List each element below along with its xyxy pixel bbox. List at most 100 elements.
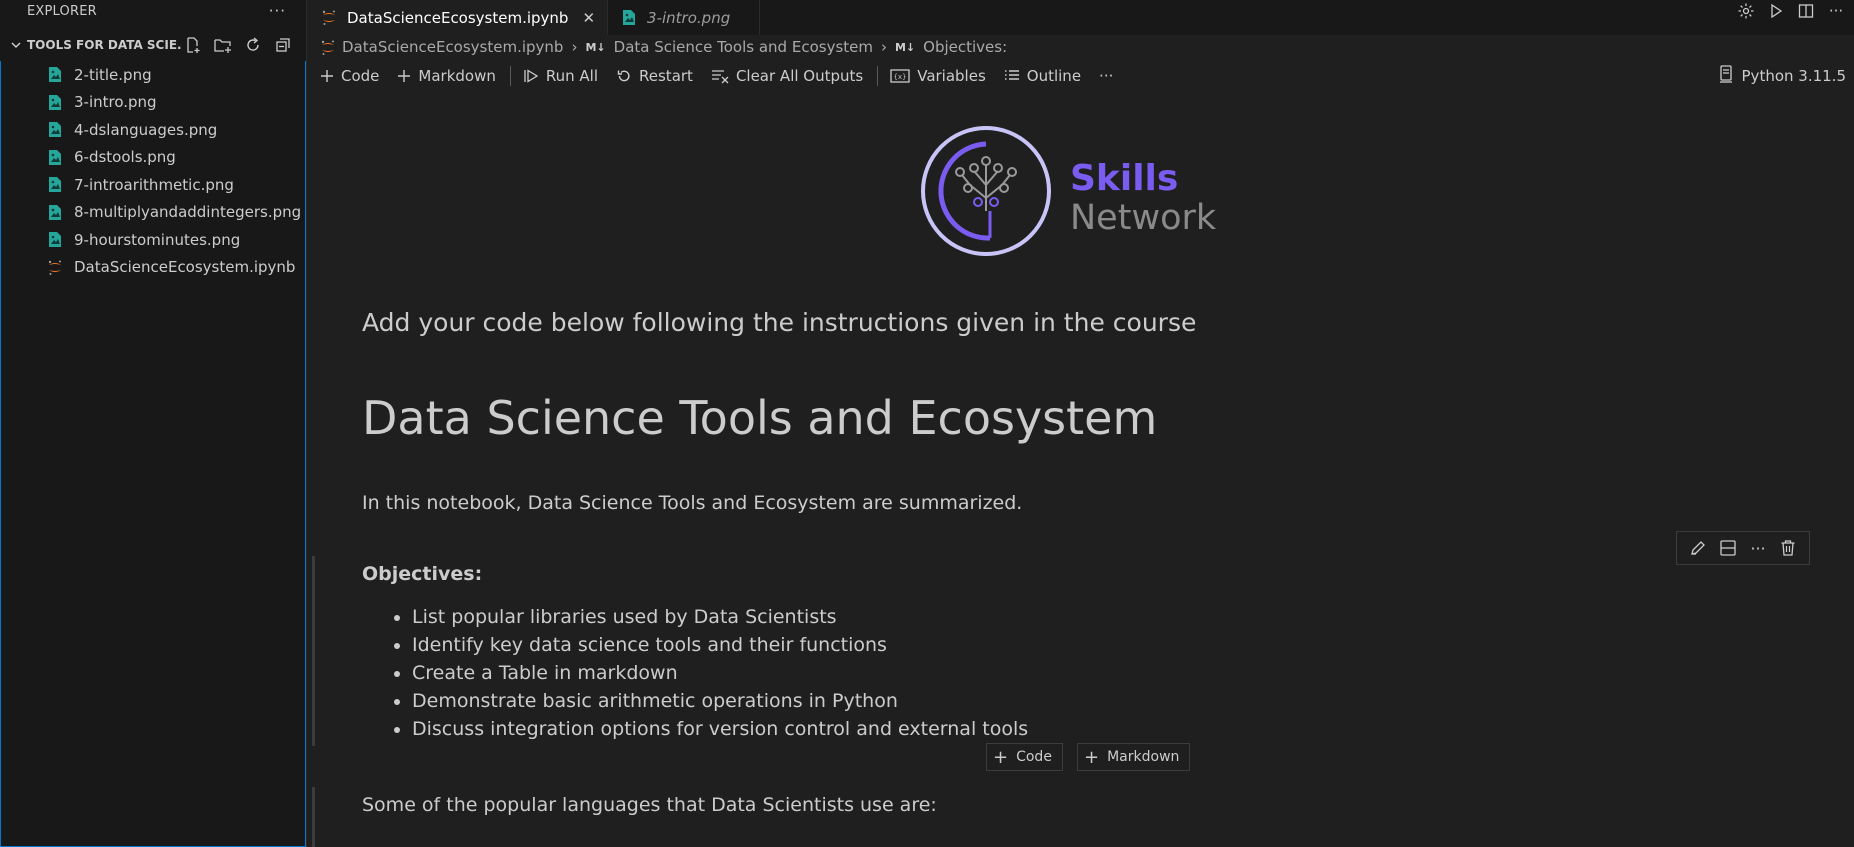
- settings-gear-icon[interactable]: [1736, 1, 1756, 21]
- folder-actions: [182, 35, 306, 55]
- add-markdown-cell-button[interactable]: Markdown: [397, 67, 496, 85]
- languages-intro-text: Some of the popular languages that Data …: [362, 794, 937, 816]
- file-name: 3-intro.png: [74, 93, 157, 112]
- image-file-icon: [47, 121, 63, 139]
- markdown-icon: M↓: [894, 40, 916, 54]
- file-name: 4-dslanguages.png: [74, 120, 218, 139]
- insert-code-cell-button[interactable]: + Code: [986, 743, 1063, 771]
- toolbar-divider: [509, 66, 511, 86]
- list-item: Demonstrate basic arithmetic operations …: [412, 687, 1028, 715]
- file-item[interactable]: 3-intro.png: [1, 89, 305, 117]
- objectives-list: List popular libraries used by Data Scie…: [412, 603, 1028, 743]
- more-actions-icon[interactable]: ···: [1826, 1, 1846, 21]
- outline-list-icon: [1004, 68, 1020, 84]
- restart-button[interactable]: Restart: [616, 67, 693, 85]
- explorer-sidebar: EXPLORER ··· TOOLS FOR DATA SCIE... 2-ti…: [0, 0, 307, 847]
- file-name: 6-dstools.png: [74, 148, 176, 167]
- breadcrumb-section[interactable]: Objectives:: [923, 38, 1007, 56]
- kernel-server-icon: [1719, 65, 1733, 87]
- tab-notebook[interactable]: DataScienceEcosystem.ipynb ✕: [308, 0, 609, 35]
- file-name: 7-introarithmetic.png: [74, 175, 234, 194]
- add-code-cell-button[interactable]: Code: [320, 67, 379, 85]
- file-name: 8-multiplyandaddintegers.png: [74, 203, 302, 222]
- kernel-picker[interactable]: Python 3.11.5: [1719, 59, 1846, 93]
- file-name: 2-title.png: [74, 65, 152, 84]
- jupyter-notebook-icon: [320, 39, 336, 56]
- skills-network-logo: Skills Network: [920, 123, 1240, 258]
- file-name: 9-hourstominutes.png: [74, 230, 241, 249]
- split-editor-icon[interactable]: [1796, 1, 1816, 21]
- folder-section-header[interactable]: TOOLS FOR DATA SCIE...: [0, 34, 306, 56]
- collapse-all-icon[interactable]: [272, 35, 294, 55]
- image-file-icon: [47, 148, 63, 166]
- kernel-label: Python 3.11.5: [1741, 67, 1846, 85]
- folder-name: TOOLS FOR DATA SCIE...: [27, 38, 182, 52]
- cell-toolbar: ···: [1676, 531, 1810, 565]
- file-item[interactable]: DataScienceEcosystem.ipynb: [1, 254, 305, 282]
- breadcrumb-file[interactable]: DataScienceEcosystem.ipynb: [342, 38, 563, 56]
- logo-text-network: Network: [1070, 198, 1217, 238]
- explorer-more-icon[interactable]: ···: [269, 2, 286, 20]
- file-name: DataScienceEcosystem.ipynb: [74, 258, 296, 277]
- logo-text-skills: Skills: [1070, 158, 1178, 199]
- editor-actions: ···: [1736, 0, 1846, 22]
- image-file-icon: [47, 231, 63, 249]
- explorer-header: EXPLORER ···: [0, 0, 306, 22]
- insert-markdown-cell-button[interactable]: + Markdown: [1077, 743, 1191, 771]
- jupyter-notebook-icon: [47, 258, 63, 276]
- cell-focus-bar: [312, 787, 315, 847]
- variables-button[interactable]: {x} Variables: [890, 67, 986, 85]
- svg-text:{x}: {x}: [894, 73, 907, 81]
- button-label: Code: [341, 67, 380, 85]
- notebook-toolbar: Code Markdown Run All Restart Clear All …: [308, 59, 1854, 93]
- chevron-right-icon: ›: [571, 38, 578, 56]
- restart-icon: [616, 68, 632, 84]
- run-all-icon: [523, 68, 539, 84]
- more-cell-actions-icon[interactable]: ···: [1747, 537, 1769, 559]
- plus-icon: [320, 69, 334, 83]
- button-label: Code: [1016, 749, 1052, 765]
- file-item[interactable]: 4-dslanguages.png: [1, 116, 305, 144]
- file-item[interactable]: 8-multiplyandaddintegers.png: [1, 199, 305, 227]
- file-item[interactable]: 9-hourstominutes.png: [1, 226, 305, 254]
- list-item: Create a Table in markdown: [412, 659, 1028, 687]
- image-file-icon: [620, 9, 638, 27]
- breadcrumb: DataScienceEcosystem.ipynb › M↓ Data Sci…: [320, 35, 1007, 59]
- outline-button[interactable]: Outline: [1004, 67, 1081, 85]
- list-item: List popular libraries used by Data Scie…: [412, 603, 1028, 631]
- list-item: Discuss integration options for version …: [412, 715, 1028, 743]
- edit-pencil-icon[interactable]: [1687, 537, 1709, 559]
- run-icon[interactable]: [1766, 1, 1786, 21]
- plus-icon: [397, 69, 411, 83]
- file-tree: 2-title.png 3-intro.png 4-dslanguages.pn…: [0, 61, 306, 847]
- breadcrumb-section[interactable]: Data Science Tools and Ecosystem: [614, 38, 873, 56]
- chevron-down-icon[interactable]: [8, 37, 24, 53]
- image-file-icon: [47, 66, 63, 84]
- more-toolbar-icon[interactable]: ···: [1099, 67, 1113, 85]
- refresh-icon[interactable]: [242, 35, 264, 55]
- notebook-content: Skills Network Add your code below follo…: [308, 93, 1854, 847]
- trash-icon[interactable]: [1777, 537, 1799, 559]
- button-label: Restart: [639, 67, 693, 85]
- toolbar-divider: [877, 66, 879, 86]
- close-icon[interactable]: ✕: [582, 9, 595, 27]
- button-label: Outline: [1026, 67, 1082, 85]
- summary-text: In this notebook, Data Science Tools and…: [362, 492, 1023, 514]
- jupyter-notebook-icon: [320, 9, 338, 27]
- clear-all-icon: [711, 68, 729, 84]
- tab-label: DataScienceEcosystem.ipynb: [347, 8, 569, 27]
- file-item[interactable]: 6-dstools.png: [1, 144, 305, 172]
- file-item[interactable]: 2-title.png: [1, 61, 305, 89]
- clear-all-outputs-button[interactable]: Clear All Outputs: [711, 67, 863, 85]
- button-label: Clear All Outputs: [735, 67, 864, 85]
- new-file-icon[interactable]: [182, 35, 204, 55]
- plus-icon: +: [1084, 746, 1100, 768]
- list-item: Identify key data science tools and thei…: [412, 631, 1028, 659]
- run-all-button[interactable]: Run All: [523, 67, 598, 85]
- file-item[interactable]: 7-introarithmetic.png: [1, 171, 305, 199]
- button-label: Markdown: [1107, 749, 1180, 765]
- split-cell-icon[interactable]: [1717, 537, 1739, 559]
- new-folder-icon[interactable]: [212, 35, 234, 55]
- tab-image[interactable]: 3-intro.png: [608, 0, 761, 35]
- variables-icon: {x}: [890, 68, 910, 84]
